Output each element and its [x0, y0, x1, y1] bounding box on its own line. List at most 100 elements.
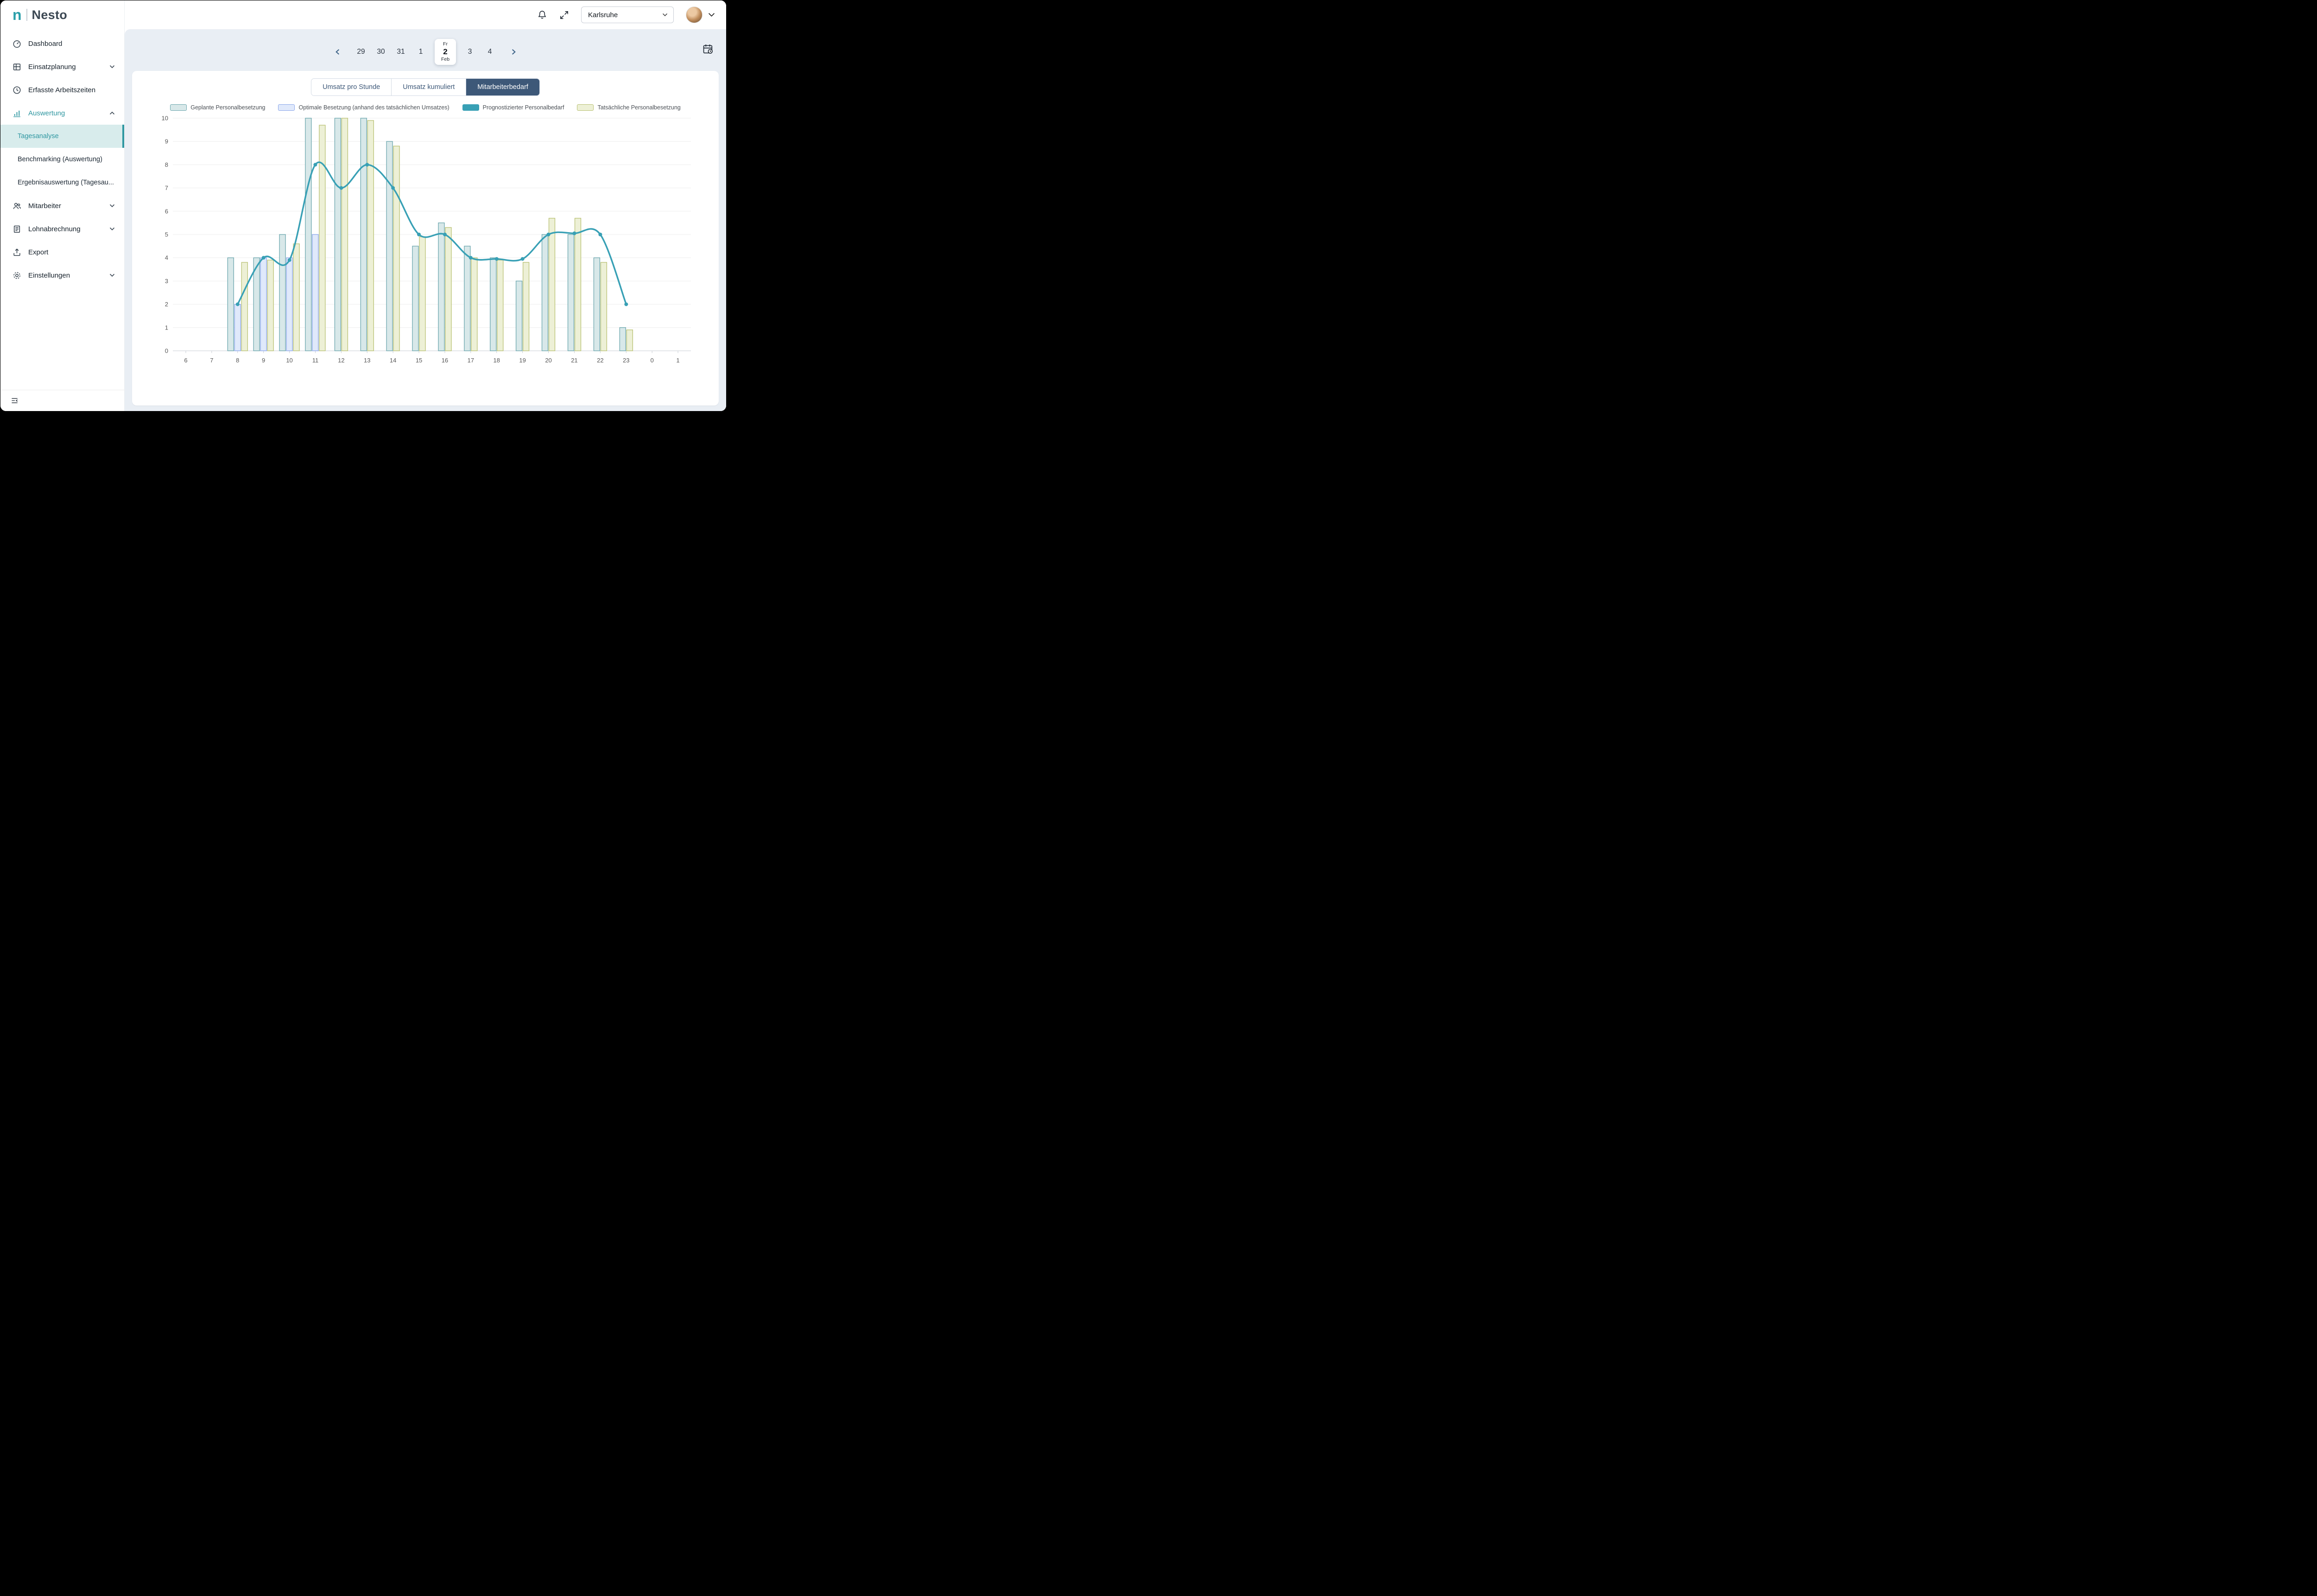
selected-date-card[interactable]: Fr 2 Feb — [435, 39, 456, 65]
legend-label: Geplante Personalbesetzung — [190, 104, 265, 111]
chevron-left-icon[interactable] — [332, 47, 342, 57]
sidebar-subitem-label: Ergebnisauswertung (Tagesau... — [18, 179, 119, 186]
sidebar-item-einsatzplanung[interactable]: Einsatzplanung — [0, 55, 124, 78]
legend-item-tatsaechliche: Tatsächliche Personalbesetzung — [577, 104, 680, 111]
chart-legend: Geplante Personalbesetzung Optimale Bese… — [170, 104, 680, 111]
sidebar-item-dashboard[interactable]: Dashboard — [0, 32, 124, 55]
dashboard-icon — [13, 39, 21, 48]
sidebar-item-einstellungen[interactable]: Einstellungen — [0, 264, 124, 287]
date-day[interactable]: 30 — [375, 48, 387, 56]
sidebar: n Nesto Dashboard Einsatzplanung — [0, 0, 125, 411]
chevron-down-icon — [109, 273, 115, 277]
svg-text:0: 0 — [165, 348, 168, 355]
svg-text:3: 3 — [165, 278, 168, 285]
sidebar-subitem-ergebnisauswertung[interactable]: Ergebnisauswertung (Tagesau... — [0, 171, 124, 194]
bell-icon[interactable] — [537, 10, 547, 20]
svg-text:8: 8 — [236, 357, 239, 364]
svg-text:0: 0 — [651, 357, 654, 364]
sidebar-item-label: Lohnabrechnung — [28, 225, 102, 233]
svg-text:13: 13 — [364, 357, 370, 364]
sidebar-item-lohnabrechnung[interactable]: Lohnabrechnung — [0, 217, 124, 241]
selected-day: 2 — [435, 47, 456, 57]
selected-month: Feb — [435, 57, 456, 62]
fullscreen-icon[interactable] — [559, 10, 569, 20]
app-window: n Nesto Dashboard Einsatzplanung — [0, 0, 726, 411]
user-menu[interactable] — [686, 6, 715, 23]
svg-text:6: 6 — [165, 208, 168, 215]
view-tabs: Umsatz pro Stunde Umsatz kumuliert Mitar… — [311, 78, 540, 96]
sidebar-subitem-benchmarking[interactable]: Benchmarking (Auswertung) — [0, 148, 124, 171]
location-select[interactable]: Karlsruhe — [581, 6, 674, 23]
date-day[interactable]: 4 — [484, 48, 496, 56]
selected-weekday: Fr — [435, 41, 456, 47]
sidebar-item-auswertung[interactable]: Auswertung — [0, 101, 124, 125]
svg-text:10: 10 — [286, 357, 292, 364]
svg-text:5: 5 — [165, 231, 168, 238]
staffing-chart: 0123456789106789101112131415161718192021… — [154, 113, 696, 372]
tab-umsatz-kumuliert[interactable]: Umsatz kumuliert — [392, 79, 466, 95]
sidebar-item-label: Export — [28, 248, 115, 256]
avatar[interactable] — [686, 6, 703, 23]
legend-swatch-optimale — [278, 104, 295, 111]
sidebar-item-label: Auswertung — [28, 109, 102, 117]
chevron-right-icon[interactable] — [508, 47, 519, 57]
svg-text:1: 1 — [676, 357, 679, 364]
svg-text:19: 19 — [519, 357, 525, 364]
svg-text:12: 12 — [338, 357, 344, 364]
legend-label: Prognostizierter Personalbedarf — [483, 104, 564, 111]
people-icon — [13, 202, 21, 210]
svg-text:17: 17 — [468, 357, 474, 364]
svg-text:8: 8 — [165, 161, 168, 168]
legend-item-prognostiziert: Prognostizierter Personalbedarf — [462, 104, 564, 111]
chart-card: Umsatz pro Stunde Umsatz kumuliert Mitar… — [132, 71, 719, 405]
svg-text:15: 15 — [416, 357, 422, 364]
tab-mitarbeiterbedarf[interactable]: Mitarbeiterbedarf — [466, 79, 539, 95]
tab-umsatz-pro-stunde[interactable]: Umsatz pro Stunde — [311, 79, 392, 95]
date-day[interactable]: 1 — [415, 48, 427, 56]
location-select-value: Karlsruhe — [588, 11, 618, 19]
legend-item-geplante: Geplante Personalbesetzung — [170, 104, 265, 111]
logo-mark: n — [13, 7, 22, 22]
sidebar-item-erfasste-arbeitszeiten[interactable]: Erfasste Arbeitszeiten — [0, 78, 124, 101]
sidebar-item-export[interactable]: Export — [0, 241, 124, 264]
svg-text:22: 22 — [597, 357, 603, 364]
sidebar-subitem-label: Tagesanalyse — [18, 133, 63, 140]
sidebar-item-label: Mitarbeiter — [28, 202, 102, 210]
svg-text:23: 23 — [623, 357, 629, 364]
sidebar-item-mitarbeiter[interactable]: Mitarbeiter — [0, 194, 124, 217]
chevron-down-icon — [109, 227, 115, 231]
payroll-icon — [13, 225, 21, 234]
gear-icon — [13, 271, 21, 280]
chevron-down-icon — [109, 65, 115, 69]
svg-text:20: 20 — [545, 357, 551, 364]
sidebar-item-label: Einsatzplanung — [28, 63, 102, 71]
svg-text:1: 1 — [165, 324, 168, 331]
content-panel: 29 30 31 1 Fr 2 Feb 3 4 — [125, 29, 726, 411]
svg-text:10: 10 — [162, 115, 168, 122]
svg-text:7: 7 — [165, 184, 168, 191]
collapse-sidebar-icon[interactable] — [11, 397, 19, 405]
chevron-down-icon — [662, 13, 668, 17]
clock-icon — [13, 86, 21, 95]
svg-text:18: 18 — [494, 357, 500, 364]
chevron-down-icon — [109, 204, 115, 208]
svg-text:4: 4 — [165, 254, 168, 261]
svg-text:9: 9 — [262, 357, 265, 364]
sidebar-subitem-tagesanalyse[interactable]: Tagesanalyse — [0, 125, 124, 148]
sidebar-item-label: Erfasste Arbeitszeiten — [28, 86, 115, 94]
user-menu-chevron-icon[interactable] — [708, 13, 715, 17]
svg-text:9: 9 — [165, 138, 168, 145]
sidebar-item-label: Einstellungen — [28, 272, 102, 279]
svg-text:6: 6 — [184, 357, 187, 364]
date-day[interactable]: 31 — [395, 48, 407, 56]
svg-text:16: 16 — [442, 357, 448, 364]
date-day[interactable]: 3 — [464, 48, 476, 56]
svg-text:21: 21 — [571, 357, 577, 364]
logo-text: Nesto — [32, 8, 68, 22]
legend-label: Tatsächliche Personalbesetzung — [597, 104, 680, 111]
calendar-history-icon[interactable] — [702, 43, 714, 57]
svg-text:11: 11 — [312, 357, 319, 364]
chevron-up-icon — [109, 111, 115, 115]
legend-swatch-tatsaechliche — [577, 104, 594, 111]
date-day[interactable]: 29 — [355, 48, 367, 56]
